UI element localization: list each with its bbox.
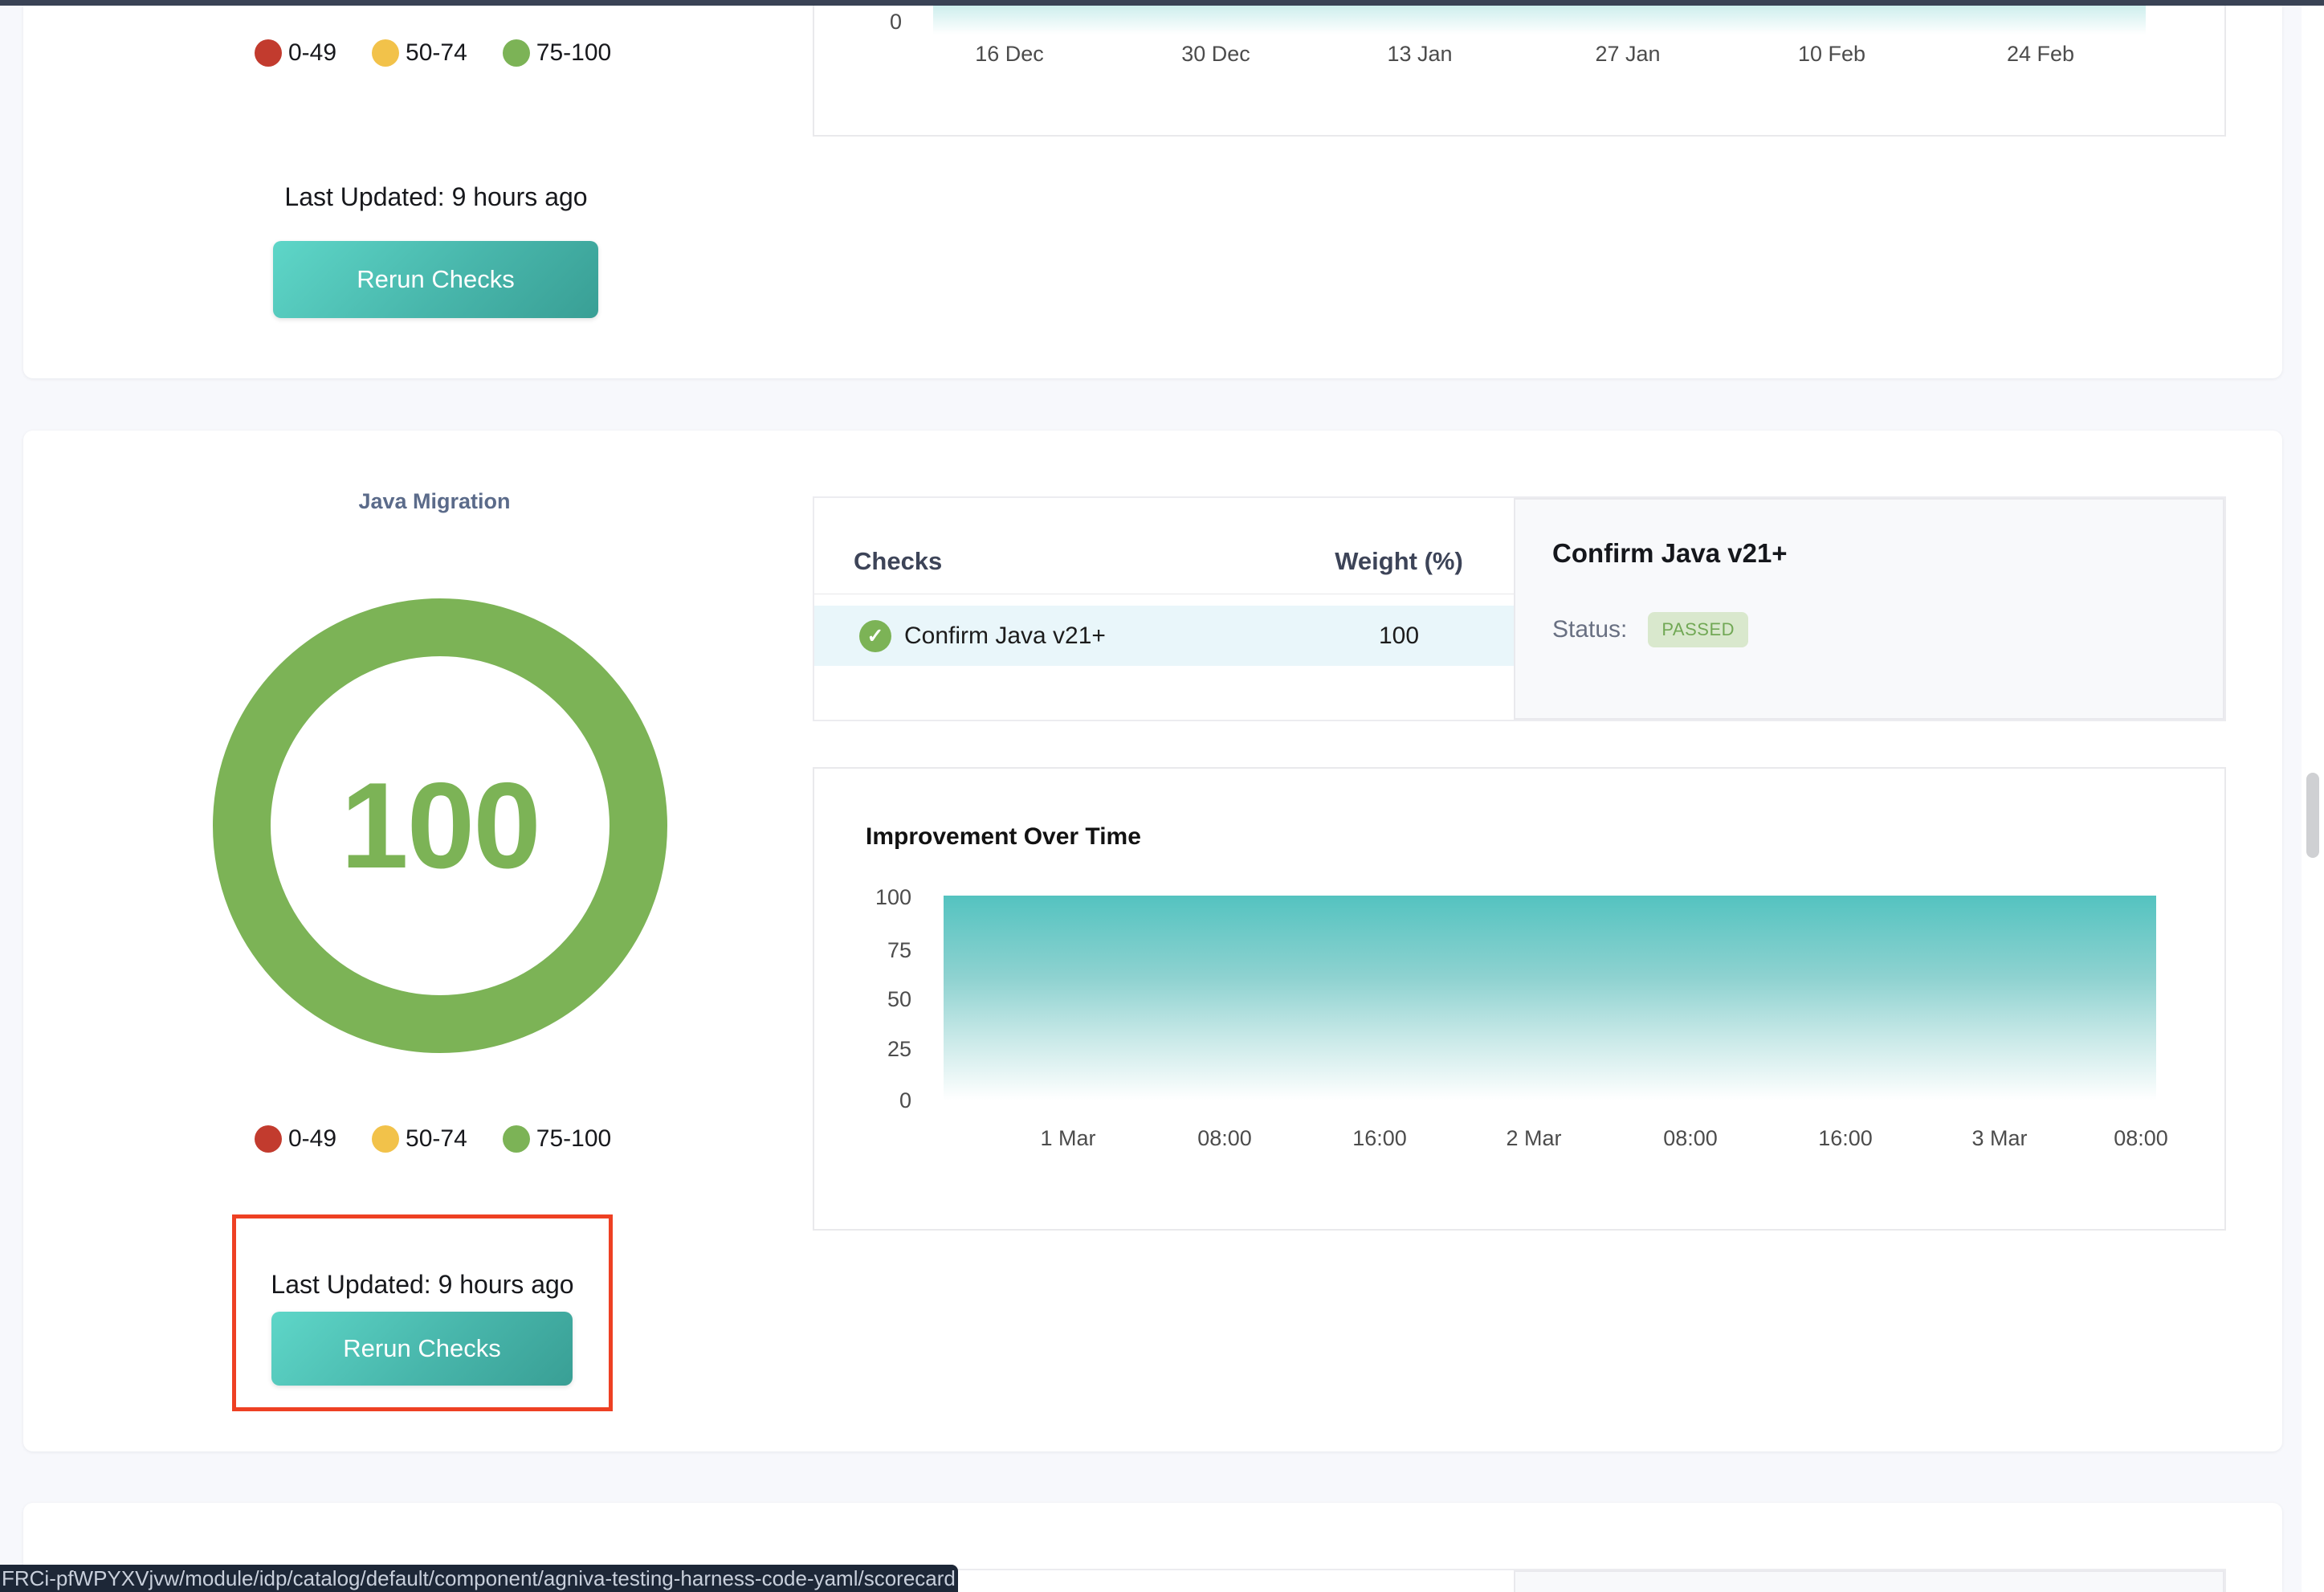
y-axis-tick: 50 <box>855 987 911 1012</box>
scrollbar-thumb[interactable] <box>2306 773 2319 858</box>
check-row-confirm-java[interactable]: ✓ Confirm Java v21+ 100 <box>814 606 1514 666</box>
scorecard-page: 0-49 50-74 75-100 Last Updated: 9 hours … <box>0 0 2324 1592</box>
status-badge: PASSED <box>1648 612 1748 647</box>
legend-label: 50-74 <box>406 1125 467 1153</box>
legend-item-high: 75-100 <box>503 1125 611 1153</box>
rerun-checks-button[interactable]: Rerun Checks <box>271 1312 573 1386</box>
improvement-chart-title: Improvement Over Time <box>866 823 1141 851</box>
checks-column-header: Checks <box>854 547 942 576</box>
top-divider-strip <box>0 0 2324 6</box>
check-details-title: Confirm Java v21+ <box>1552 538 1788 569</box>
x-axis-label: 1 Mar <box>1040 1126 1095 1151</box>
y-axis-tick: 25 <box>855 1037 911 1062</box>
rerun-checks-button[interactable]: Rerun Checks <box>273 241 598 318</box>
check-passed-icon: ✓ <box>859 620 891 652</box>
score-value: 100 <box>340 756 540 896</box>
x-axis-label: 08:00 <box>1663 1126 1718 1151</box>
score-legend: 0-49 50-74 75-100 <box>255 1125 611 1153</box>
x-axis-label: 3 Mar <box>1971 1126 2027 1151</box>
check-status-row: Status: PASSED <box>1552 612 1748 647</box>
check-details-panel: Confirm Java v21+ Status: PASSED <box>1514 498 2224 720</box>
trend-chart-panel: 0 16 Dec 30 Dec 13 Jan 27 Jan 10 Feb 24 … <box>813 6 2226 137</box>
legend-label: 75-100 <box>536 1125 611 1153</box>
x-axis-label: 24 Feb <box>2007 42 2074 67</box>
scorecard-card-top: 0-49 50-74 75-100 Last Updated: 9 hours … <box>23 6 2282 378</box>
x-axis-label: 08:00 <box>1197 1126 1252 1151</box>
legend-item-high: 75-100 <box>503 39 611 67</box>
status-label: Status: <box>1552 616 1627 643</box>
legend-dot-green <box>503 39 530 67</box>
x-axis-label: 27 Jan <box>1595 42 1660 67</box>
checks-wrapper: Checks Weight (%) ✓ Confirm Java v21+ 10… <box>813 496 2226 721</box>
last-updated-text: Last Updated: 9 hours ago <box>143 182 729 212</box>
y-axis-tick: 0 <box>890 10 902 35</box>
improvement-area-series <box>944 896 2156 1100</box>
legend-item-low: 0-49 <box>255 1125 336 1153</box>
legend-dot-red <box>255 1125 282 1153</box>
legend-dot-red <box>255 39 282 67</box>
legend-dot-green <box>503 1125 530 1153</box>
x-axis-label: 16:00 <box>1352 1126 1407 1151</box>
x-axis-label: 16 Dec <box>975 42 1044 67</box>
check-details-panel-partial <box>1514 1570 2224 1592</box>
x-axis-label: 16:00 <box>1818 1126 1873 1151</box>
legend-item-mid: 50-74 <box>372 1125 467 1153</box>
legend-item-mid: 50-74 <box>372 39 467 67</box>
legend-dot-yellow <box>372 39 399 67</box>
legend-label: 50-74 <box>406 39 467 67</box>
score-legend: 0-49 50-74 75-100 <box>255 39 611 67</box>
check-name: Confirm Java v21+ <box>904 623 1106 650</box>
legend-label: 75-100 <box>536 39 611 67</box>
x-axis-label: 2 Mar <box>1506 1126 1561 1151</box>
legend-label: 0-49 <box>288 39 336 67</box>
x-axis-label: 13 Jan <box>1387 42 1452 67</box>
legend-item-low: 0-49 <box>255 39 336 67</box>
y-axis-tick: 75 <box>855 938 911 963</box>
last-updated-text: Last Updated: 9 hours ago <box>129 1270 716 1300</box>
x-axis-label: 30 Dec <box>1181 42 1250 67</box>
x-axis-label: 08:00 <box>2114 1126 2168 1151</box>
score-gauge: 100 <box>213 598 667 1053</box>
y-axis-tick: 0 <box>855 1088 911 1113</box>
check-weight-value: 100 <box>1278 623 1519 650</box>
weight-column-header: Weight (%) <box>1278 547 1519 576</box>
x-axis-label: 10 Feb <box>1798 42 1865 67</box>
legend-label: 0-49 <box>288 1125 336 1153</box>
scorecard-card-java-migration: Java Migration 100 0-49 50-74 75-100 Las… <box>23 431 2282 1451</box>
link-preview-statusbar: FRCi-pfWPYXVjvw/module/idp/catalog/defau… <box>0 1565 958 1592</box>
link-preview-url: FRCi-pfWPYXVjvw/module/idp/catalog/defau… <box>2 1566 956 1590</box>
trend-area-series <box>933 6 2146 35</box>
improvement-chart-panel: Improvement Over Time 100 75 50 25 0 1 M… <box>813 767 2226 1231</box>
checks-wrapper-partial <box>813 1569 2226 1592</box>
scorecard-title: Java Migration <box>274 489 595 514</box>
legend-dot-yellow <box>372 1125 399 1153</box>
y-axis-tick: 100 <box>855 885 911 910</box>
